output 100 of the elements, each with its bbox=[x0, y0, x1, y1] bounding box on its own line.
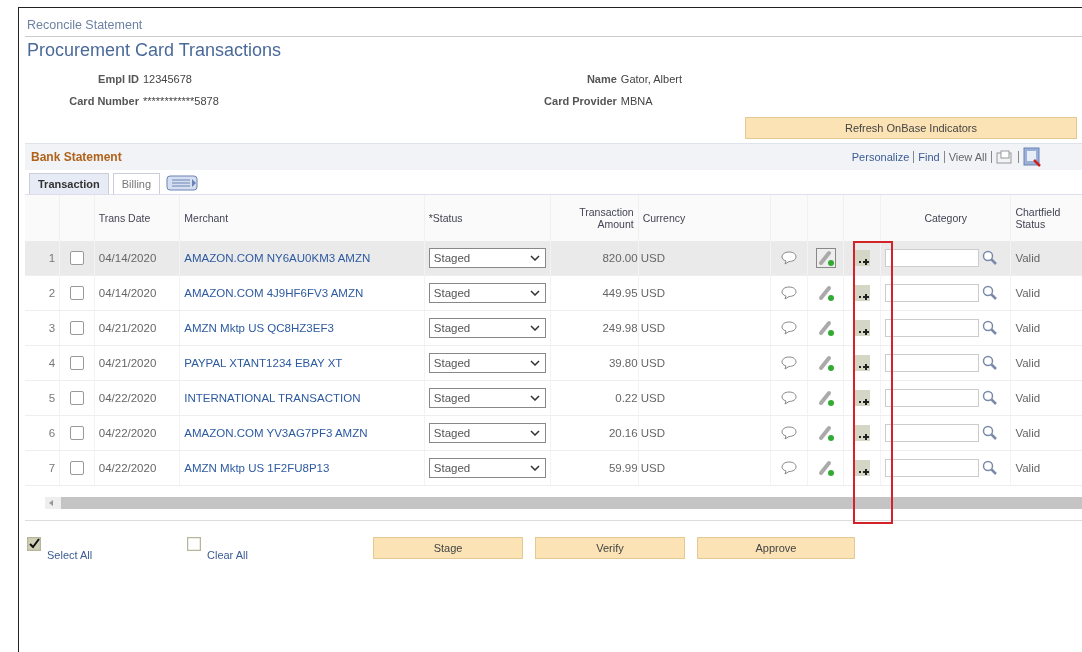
field-value: Gator, Albert bbox=[620, 73, 682, 85]
row-checkbox[interactable] bbox=[69, 426, 84, 440]
table-cell: Valid bbox=[1010, 415, 1082, 451]
caret-icon bbox=[530, 290, 541, 296]
table-row[interactable]: 7 04/22/2020 AMZN Mktp US 1F2FU8P13 Staged 59.99 USD Valid bbox=[25, 450, 1082, 486]
merchant-link[interactable]: INTERNATIONAL TRANSACTION bbox=[184, 392, 361, 404]
table-cell: 04/21/2020 bbox=[94, 345, 180, 381]
table-cell: 0.22 bbox=[550, 380, 639, 416]
category-field[interactable] bbox=[885, 284, 980, 302]
table-cell: USD bbox=[638, 345, 771, 381]
table-cell: 04/14/2020 bbox=[94, 275, 180, 311]
merchant-link[interactable]: AMZN Mktp US QC8HZ3EF3 bbox=[184, 322, 334, 334]
status-dropdown[interactable]: Staged bbox=[428, 248, 547, 268]
table-cell: 20.16 bbox=[550, 415, 639, 451]
action-button[interactable]: Approve bbox=[697, 537, 855, 559]
zoom-grid-icon[interactable] bbox=[996, 150, 1014, 164]
field-label: Card Provider bbox=[543, 95, 617, 107]
status-dropdown[interactable]: Staged bbox=[428, 388, 547, 408]
table-cell: Valid bbox=[1010, 380, 1082, 416]
comment-icon[interactable] bbox=[779, 320, 798, 336]
horizontal-scrollbar[interactable] bbox=[45, 497, 1082, 509]
table-cell: USD bbox=[638, 310, 771, 346]
table-cell: Valid bbox=[1010, 450, 1082, 486]
row-checkbox[interactable] bbox=[69, 461, 84, 475]
grid-link[interactable]: View All bbox=[948, 151, 987, 163]
row-checkbox[interactable] bbox=[69, 391, 84, 405]
caret-icon bbox=[530, 360, 541, 366]
refresh-button[interactable]: Refresh OnBase Indicators bbox=[745, 117, 1077, 139]
table-row[interactable]: 2 04/14/2020 AMAZON.COM 4J9HF6FV3 AMZN Staged 449.95 USD Valid bbox=[25, 275, 1082, 311]
table-row[interactable]: 4 04/21/2020 PAYPAL XTANT1234 EBAY XT Staged 39.80 USD Valid bbox=[25, 345, 1082, 381]
table-cell: 59.99 bbox=[550, 450, 639, 486]
table-row[interactable]: 3 04/21/2020 AMZN Mktp US QC8HZ3EF3 Staged 249.98 USD Valid bbox=[25, 310, 1082, 346]
attachment-icon[interactable] bbox=[815, 248, 836, 268]
search-icon[interactable] bbox=[982, 425, 999, 441]
grid-tab[interactable]: Billing bbox=[112, 173, 161, 194]
status-dropdown[interactable]: Staged bbox=[428, 423, 547, 443]
row-checkbox[interactable] bbox=[69, 251, 84, 265]
comment-icon[interactable] bbox=[779, 285, 798, 301]
table-cell: 04/21/2020 bbox=[94, 310, 180, 346]
show-all-columns-icon[interactable] bbox=[166, 174, 201, 192]
action-button[interactable]: Verify bbox=[535, 537, 685, 559]
merchant-link[interactable]: AMZN Mktp US 1F2FU8P13 bbox=[184, 462, 330, 474]
grid-link[interactable]: Find bbox=[918, 151, 940, 163]
caret-icon bbox=[530, 465, 541, 471]
comment-icon[interactable] bbox=[779, 390, 798, 406]
category-field[interactable] bbox=[885, 459, 980, 477]
column-header: *Status bbox=[424, 195, 551, 241]
search-icon[interactable] bbox=[982, 460, 999, 476]
status-dropdown[interactable]: Staged bbox=[428, 283, 547, 303]
search-icon[interactable] bbox=[982, 320, 999, 336]
status-dropdown[interactable]: Staged bbox=[428, 353, 547, 373]
comment-icon[interactable] bbox=[779, 355, 798, 371]
caret-icon bbox=[530, 325, 541, 331]
table-row[interactable]: 5 04/22/2020 INTERNATIONAL TRANSACTION Staged 0.22 USD Valid bbox=[25, 380, 1082, 416]
action-button[interactable]: Stage bbox=[373, 537, 523, 559]
category-field[interactable] bbox=[885, 424, 980, 442]
row-checkbox[interactable] bbox=[69, 321, 84, 335]
table-cell: USD bbox=[638, 380, 771, 416]
search-icon[interactable] bbox=[982, 285, 999, 301]
table-cell: 04/14/2020 bbox=[94, 241, 180, 276]
row-checkbox[interactable] bbox=[69, 286, 84, 300]
table-cell: 449.95 bbox=[550, 275, 639, 311]
grid-link[interactable]: Personalize bbox=[851, 151, 910, 163]
category-field[interactable] bbox=[885, 354, 980, 372]
field-value: MBNA bbox=[620, 95, 653, 107]
row-number: 3 bbox=[25, 310, 60, 346]
grid-tab[interactable]: Transaction bbox=[29, 173, 109, 194]
row-number: 1 bbox=[25, 241, 60, 276]
merchant-link[interactable]: AMAZON.COM YV3AG7PF3 AMZN bbox=[184, 427, 368, 439]
comment-icon[interactable] bbox=[779, 250, 798, 266]
column-header: Trans Date bbox=[94, 195, 180, 241]
empty-box-icon[interactable] bbox=[187, 537, 201, 551]
category-field[interactable] bbox=[885, 249, 980, 267]
table-cell: Valid bbox=[1010, 275, 1082, 311]
table-row[interactable]: 1 04/14/2020 AMAZON.COM NY6AU0KM3 AMZN Staged 820.00 USD Valid bbox=[25, 241, 1082, 276]
row-checkbox[interactable] bbox=[69, 356, 84, 370]
download-icon[interactable] bbox=[1023, 147, 1041, 167]
table-cell: Valid bbox=[1010, 345, 1082, 381]
status-dropdown[interactable]: Staged bbox=[428, 318, 547, 338]
field-label: Empl ID bbox=[97, 73, 139, 85]
search-icon[interactable] bbox=[982, 250, 999, 266]
table-cell: USD bbox=[638, 275, 771, 311]
comment-icon[interactable] bbox=[779, 425, 798, 441]
field-value: ************5878 bbox=[143, 95, 219, 107]
checked-box-icon[interactable] bbox=[27, 537, 41, 551]
select-link[interactable]: Clear All bbox=[207, 549, 248, 561]
search-icon[interactable] bbox=[982, 355, 999, 371]
table-row[interactable]: 6 04/22/2020 AMAZON.COM YV3AG7PF3 AMZN Staged 20.16 USD Valid bbox=[25, 415, 1082, 451]
table-cell: Valid bbox=[1010, 241, 1082, 276]
merchant-link[interactable]: AMAZON.COM 4J9HF6FV3 AMZN bbox=[184, 287, 364, 299]
category-field[interactable] bbox=[885, 389, 980, 407]
comment-icon[interactable] bbox=[779, 460, 798, 476]
scroll-left-icon[interactable] bbox=[49, 500, 53, 506]
table-cell: USD bbox=[638, 450, 771, 486]
search-icon[interactable] bbox=[982, 390, 999, 406]
status-dropdown[interactable]: Staged bbox=[428, 458, 547, 478]
merchant-link[interactable]: PAYPAL XTANT1234 EBAY XT bbox=[184, 357, 343, 369]
table-cell: 249.98 bbox=[550, 310, 639, 346]
select-link[interactable]: Select All bbox=[47, 549, 93, 561]
category-field[interactable] bbox=[885, 319, 980, 337]
